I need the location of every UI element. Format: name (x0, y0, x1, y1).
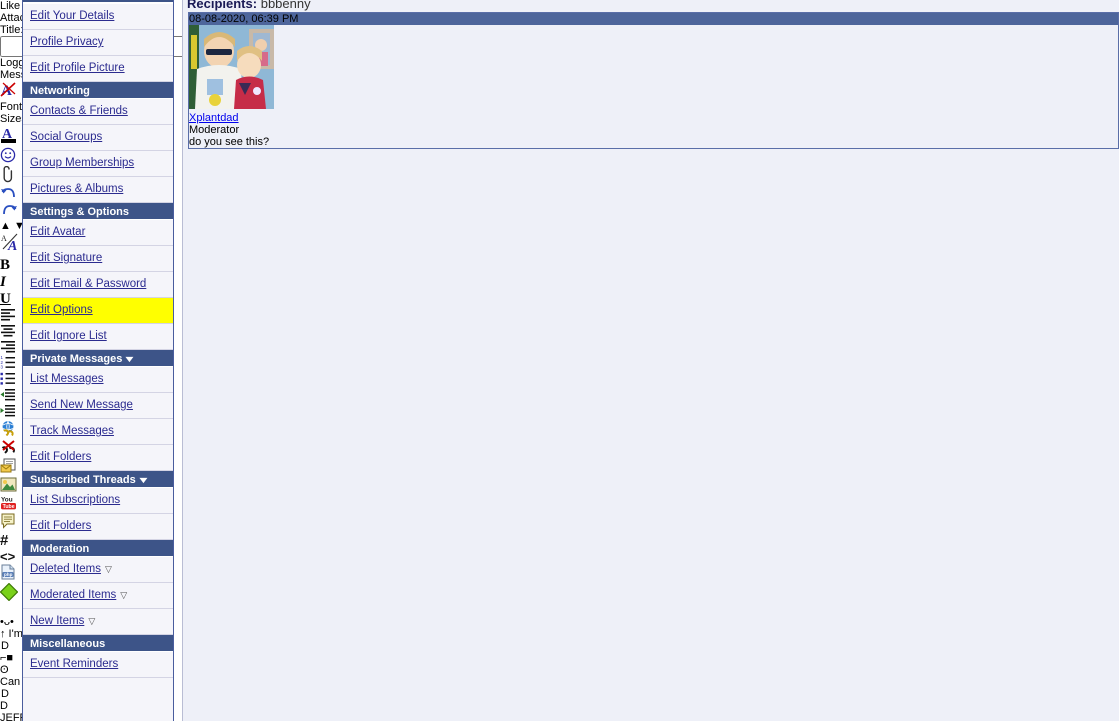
sidebar-item-social-groups[interactable]: Social Groups (23, 125, 173, 151)
sidebar-header-label: Miscellaneous (30, 638, 106, 650)
svg-text:3: 3 (1, 365, 4, 369)
post-box: 08-08-2020, 06:39 PM Xplantdad Moderator… (188, 12, 1119, 149)
sidebar-header-networking: Networking (23, 82, 173, 99)
sidebar-item-label[interactable]: Track Messages (30, 425, 114, 437)
sidebar-item-edit-avatar[interactable]: Edit Avatar (23, 220, 173, 246)
post-timestamp: 08-08-2020, 06:39 PM (189, 13, 299, 25)
sidebar-item-contacts-friends[interactable]: Contacts & Friends (23, 99, 173, 125)
sidebar-item-label[interactable]: Send New Message (30, 399, 133, 411)
sidebar: Edit Your Details Profile Privacy Edit Pro… (22, 0, 174, 721)
sidebar-item-label[interactable]: Contacts & Friends (30, 105, 128, 117)
sidebar-item-label[interactable]: New Items (30, 615, 84, 627)
sidebar-item-edit-your-details[interactable]: Edit Your Details (23, 4, 173, 30)
post-body: Xplantdad Moderator (189, 25, 1118, 136)
svg-text:You: You (1, 497, 13, 504)
sidebar-item-edit-email-password[interactable]: Edit Email & Password (23, 272, 173, 298)
sidebar-item-label[interactable]: List Messages (30, 373, 104, 385)
sidebar-header-label: Networking (30, 85, 90, 97)
username-row: Xplantdad (189, 112, 1118, 124)
sidebar-item-list-messages[interactable]: List Messages (23, 367, 173, 393)
user-meta: Xplantdad Moderator (189, 112, 1118, 136)
sidebar-item-group-memberships[interactable]: Group Memberships (23, 151, 173, 177)
sidebar-header-label: Private Messages (30, 353, 123, 365)
sidebar-item-event-reminders[interactable]: Event Reminders (23, 652, 173, 678)
sidebar-item-track-messages[interactable]: Track Messages (23, 419, 173, 445)
sidebar-item-label[interactable]: Event Reminders (30, 658, 118, 670)
increase-height-icon[interactable]: ▲ (0, 220, 11, 232)
avatar[interactable] (189, 25, 1118, 112)
sidebar-item-label[interactable]: Edit Ignore List (30, 330, 107, 342)
sidebar-item-edit-signature[interactable]: Edit Signature (23, 246, 173, 272)
chevron-down-icon[interactable]: ▼ (123, 354, 136, 364)
sidebar-item-edit-options[interactable]: Edit Options (23, 298, 173, 324)
sidebar-item-label[interactable]: Group Memberships (30, 157, 134, 169)
chevron-down-outline-icon[interactable]: ▽ (120, 590, 127, 601)
chevron-down-outline-icon[interactable]: ▽ (105, 564, 112, 575)
page-root: Edit Your Details Profile Privacy Edit Pro… (0, 0, 1119, 721)
sidebar-item-moderated-items[interactable]: Moderated Items ▽ (23, 583, 173, 609)
sidebar-item-label[interactable]: Edit Options (30, 304, 93, 316)
sidebar-header-label: Subscribed Threads (30, 474, 136, 486)
sidebar-item-label[interactable]: Moderated Items (30, 589, 116, 601)
sidebar-item-label[interactable]: Edit Your Details (30, 10, 114, 22)
sidebar-header-settings-options: Settings & Options (23, 203, 173, 220)
smilie-face-icon: D (1, 640, 9, 652)
post-subject-row: do you see this? (189, 136, 1118, 148)
sidebar-item-label[interactable]: Profile Privacy (30, 36, 104, 48)
sidebar-item-label[interactable]: Deleted Items (30, 563, 101, 575)
smilie-face-icon: D (1, 688, 9, 700)
svg-text:A: A (7, 239, 17, 252)
sidebar-item-edit-folders-subs[interactable]: Edit Folders (23, 514, 173, 540)
sidebar-item-profile-privacy[interactable]: Profile Privacy (23, 30, 173, 56)
sidebar-item-edit-profile-picture[interactable]: Edit Profile Picture (23, 56, 173, 82)
svg-text:A: A (1, 234, 7, 243)
svg-text:php: php (4, 572, 13, 577)
post-subject-text: do you see this? (189, 136, 270, 148)
recipients-line: Recipients: bbbenny (187, 0, 311, 11)
svg-text:Tube: Tube (3, 504, 15, 510)
sidebar-item-label[interactable]: Edit Signature (30, 252, 102, 264)
sidebar-groups: Edit Your Details Profile Privacy Edit Pro… (23, 4, 173, 678)
chevron-down-icon[interactable]: ▼ (137, 475, 150, 485)
sidebar-item-label[interactable]: Edit Avatar (30, 226, 85, 238)
username-link[interactable]: Xplantdad (189, 112, 239, 124)
sidebar-item-new-items[interactable]: New Items ▽ (23, 609, 173, 635)
sidebar-header-moderation: Moderation (23, 540, 173, 557)
sidebar-item-label[interactable]: Edit Folders (30, 451, 91, 463)
main-pane: Recipients: bbbenny 08-08-2020, 06:39 PM (182, 0, 1119, 721)
chevron-down-outline-icon[interactable]: ▽ (88, 616, 95, 627)
recipients-label: Recipients (187, 0, 253, 11)
sidebar-item-pictures-albums[interactable]: Pictures & Albums (23, 177, 173, 203)
sidebar-item-label[interactable]: Social Groups (30, 131, 102, 143)
sidebar-item-deleted-items[interactable]: Deleted Items ▽ (23, 557, 173, 583)
sidebar-item-label[interactable]: List Subscriptions (30, 494, 120, 506)
sidebar-item-edit-ignore-list[interactable]: Edit Ignore List (23, 324, 173, 350)
sidebar-item-label[interactable]: Edit Folders (30, 520, 91, 532)
sidebar-header-private-messages[interactable]: Private Messages▼ (23, 350, 173, 367)
sidebar-item-label[interactable]: Edit Profile Picture (30, 62, 125, 74)
sidebar-item-list-subscriptions[interactable]: List Subscriptions (23, 488, 173, 514)
sidebar-header-label: Settings & Options (30, 206, 129, 218)
sidebar-item-send-new-message[interactable]: Send New Message (23, 393, 173, 419)
user-title: Moderator (189, 124, 240, 136)
sidebar-item-edit-folders-pm[interactable]: Edit Folders (23, 445, 173, 471)
sidebar-item-label[interactable]: Edit Email & Password (30, 278, 146, 290)
sidebar-header-label: Moderation (30, 543, 90, 555)
recipients-value: bbbenny (260, 0, 311, 11)
sidebar-header-miscellaneous: Miscellaneous (23, 635, 173, 652)
sidebar-header-subscribed-threads[interactable]: Subscribed Threads▼ (23, 471, 173, 488)
sidebar-item-label[interactable]: Pictures & Albums (30, 183, 123, 195)
post-header: 08-08-2020, 06:39 PM (189, 13, 1118, 25)
